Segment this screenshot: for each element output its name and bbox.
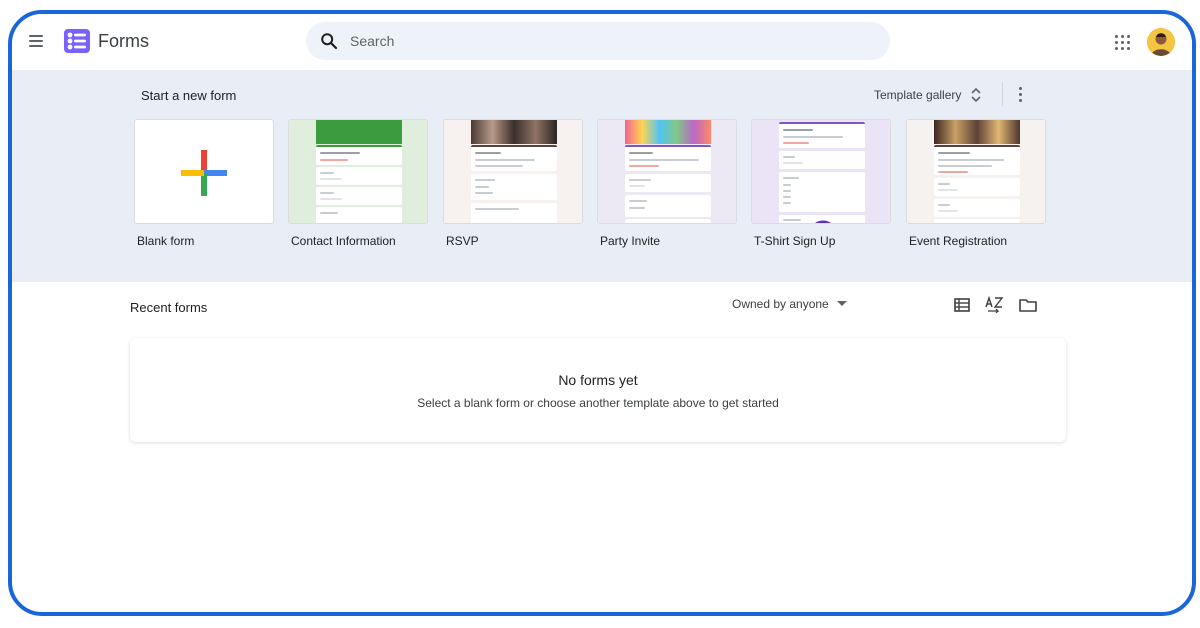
template-party-invite[interactable]: Party Invite	[597, 119, 737, 248]
template-thumbnail[interactable]	[134, 119, 274, 224]
template-thumbnail[interactable]	[443, 119, 583, 224]
template-label: Contact Information	[291, 234, 396, 248]
thumbnail-field	[316, 187, 402, 205]
app-window: Forms Start a new form Template	[8, 10, 1196, 616]
template-blank-form[interactable]: Blank form	[134, 119, 274, 248]
forms-logo-icon[interactable]	[62, 26, 92, 56]
apps-grid-icon[interactable]	[1112, 32, 1132, 52]
template-event-registration[interactable]: Event Registration	[906, 119, 1046, 248]
template-label: T-Shirt Sign Up	[754, 234, 836, 248]
t-shirt-icon	[815, 220, 831, 223]
sort-az-icon[interactable]	[984, 295, 1004, 315]
thumbnail-field	[779, 151, 865, 169]
search-icon[interactable]	[320, 32, 338, 50]
thumbnail-field	[625, 219, 711, 223]
thumbnail-header	[934, 120, 1020, 144]
template-label: Event Registration	[909, 234, 1008, 248]
thumbnail-field	[625, 174, 711, 192]
thumbnail-field	[934, 178, 1020, 196]
thumbnail-title-card	[779, 122, 865, 148]
recent-forms-title: Recent forms	[130, 300, 208, 315]
template-contact-information[interactable]: Contact Information	[288, 119, 428, 248]
template-thumbnail[interactable]	[751, 119, 891, 224]
thumbnail-header	[625, 120, 711, 144]
menu-icon[interactable]	[26, 32, 48, 50]
template-label: Blank form	[137, 234, 195, 248]
template-rsvp[interactable]: RSVP	[443, 119, 583, 248]
template-gallery-button[interactable]: Template gallery	[874, 82, 983, 108]
folder-icon[interactable]	[1018, 295, 1038, 315]
thumbnail-header	[471, 120, 557, 144]
thumbnail-header	[316, 120, 402, 144]
thumbnail-field	[779, 172, 865, 212]
template-label: RSVP	[446, 234, 479, 248]
template-thumbnail[interactable]	[906, 119, 1046, 224]
thumbnail-field	[316, 167, 402, 185]
thumbnail-title-card	[934, 145, 1020, 175]
thumbnail-field	[316, 207, 402, 223]
empty-state-title: No forms yet	[558, 372, 638, 388]
plus-icon	[181, 150, 227, 196]
app-title: Forms	[98, 31, 149, 51]
template-thumbnail[interactable]	[288, 119, 428, 224]
template-section: Start a new form Template gallery Blank …	[12, 70, 1192, 282]
section-title: Start a new form	[141, 88, 237, 103]
sort-icon	[971, 87, 981, 103]
thumbnail-field	[471, 203, 557, 223]
template-label: Party Invite	[600, 234, 661, 248]
template-thumbnail[interactable]	[597, 119, 737, 224]
thumbnail-title-card	[316, 145, 402, 165]
thumbnail-title-card	[471, 145, 557, 171]
list-view-icon[interactable]	[952, 295, 972, 315]
thumbnail-field	[934, 219, 1020, 223]
template-gallery-label: Template gallery	[874, 88, 962, 102]
avatar[interactable]	[1147, 28, 1175, 56]
empty-state-card: No forms yet Select a blank form or choo…	[130, 338, 1066, 442]
template-t-shirt-sign-up[interactable]: T-Shirt Sign Up	[751, 119, 891, 248]
top-bar: Forms	[12, 14, 1192, 70]
empty-state-subtitle: Select a blank form or choose another te…	[417, 396, 779, 410]
owner-filter-dropdown[interactable]: Owned by anyone	[732, 297, 847, 311]
search-input[interactable]	[350, 22, 870, 60]
thumbnail-field	[625, 195, 711, 217]
caret-down-icon	[836, 301, 847, 306]
template-list: Blank form Contact Information RSVP Part…	[134, 119, 1054, 259]
divider	[1002, 82, 1003, 106]
avatar-image	[1147, 28, 1175, 56]
search-bar[interactable]	[306, 22, 890, 60]
thumbnail-field	[934, 199, 1020, 217]
thumbnail-field	[471, 174, 557, 200]
thumbnail-title-card	[625, 145, 711, 171]
owner-filter-label: Owned by anyone	[732, 297, 829, 311]
more-vert-icon[interactable]	[1012, 84, 1030, 104]
